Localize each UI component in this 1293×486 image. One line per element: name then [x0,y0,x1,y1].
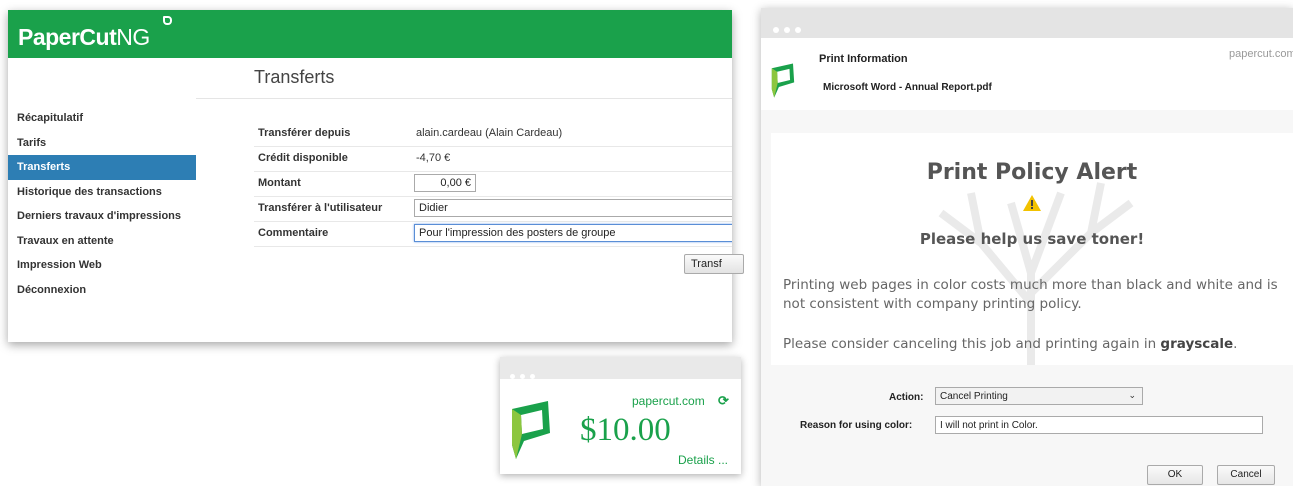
window-dot-icon[interactable] [773,27,779,33]
window-controls [510,366,540,384]
window-dot-icon[interactable] [795,27,801,33]
ok-button[interactable]: OK [1147,465,1203,485]
app-header: PaperCutNG [8,10,732,58]
balance-amount: $10.00 [580,412,671,448]
nav-item-summary[interactable]: Récapitulatif [8,106,196,131]
comment-label: Commentaire [258,227,329,239]
reason-input[interactable]: I will not print in Color. [935,416,1263,434]
transfer-form: Transférer depuis alain.cardeau (Alain C… [254,122,732,247]
nav-item-recent-print-jobs[interactable]: Derniers travaux d'impressions [8,204,196,229]
nav-item-pending-jobs[interactable]: Travaux en attente [8,229,196,254]
form-row-from: Transférer depuis alain.cardeau (Alain C… [254,122,732,147]
credit-label: Crédit disponible [258,152,348,164]
papercut-logo: PaperCutNG [18,24,150,50]
alert-message: Printing web pages in color costs much m… [783,277,1278,312]
transfer-button[interactable]: Transf [684,254,744,274]
policy-alert-panel: Print Policy Alert Please help us save t… [771,133,1293,365]
reason-label: Reason for using color: [800,420,913,431]
print-info-header: Print Information Microsoft Word - Annua… [761,38,1293,110]
print-info-title: Print Information [819,53,908,65]
credit-value: -4,70 € [416,152,451,164]
details-link[interactable]: Details ... [678,453,728,467]
amount-input[interactable]: 0,00 € [414,174,476,192]
form-row-comment: Commentaire Pour l'impression des poster… [254,222,732,247]
nav-item-transaction-history[interactable]: Historique des transactions [8,180,196,205]
comment-input[interactable]: Pour l'impression des posters de groupe [414,224,732,242]
nav-item-web-print[interactable]: Impression Web [8,253,196,278]
amount-label: Montant [258,177,301,189]
recipient-label: Transférer à l'utilisateur [258,202,383,214]
warning-icon [1022,194,1042,217]
action-select-value: Cancel Printing [940,391,1008,402]
window-dot-icon[interactable] [510,374,515,379]
window-controls [773,20,806,38]
window-dot-icon[interactable] [520,374,525,379]
chevron-down-icon: ⌄ [1128,390,1136,400]
form-row-credit: Crédit disponible -4,70 € [254,147,732,172]
from-value: alain.cardeau (Alain Cardeau) [416,127,563,139]
form-row-recipient: Transférer à l'utilisateur Didier [254,197,732,222]
window-titlebar [500,357,741,379]
print-information-window: Print Information Microsoft Word - Annua… [761,8,1293,486]
window-dot-icon[interactable] [784,27,790,33]
papercut-leaf-icon [508,395,554,468]
alert-subtitle: Please help us save toner! [919,230,1145,248]
cancel-button[interactable]: Cancel [1217,465,1275,485]
alert-title: Print Policy Alert [926,160,1138,185]
nav-item-rates[interactable]: Tarifs [8,131,196,156]
row-divider [254,246,732,247]
print-info-site: papercut.com [1229,48,1293,60]
papercut-web-window: PaperCutNG Transferts Récapitulatif Tari… [8,10,732,342]
document-name: Microsoft Word - Annual Report.pdf [823,82,992,93]
title-divider [196,98,732,99]
window-dot-icon[interactable] [530,374,535,379]
page-title: Transferts [254,67,335,87]
nav-item-logout[interactable]: Déconnexion [8,278,196,303]
action-select[interactable]: Cancel Printing ⌄ [935,387,1143,405]
alert-suggestion: Please consider canceling this job and p… [783,336,1238,352]
form-row-amount: Montant 0,00 € [254,172,732,197]
balance-site-link[interactable]: papercut.com [632,394,705,408]
balance-widget-window: papercut.com ⟳ $10.00 Details ... [500,357,741,474]
logo-mark-icon [163,16,172,25]
refresh-icon[interactable]: ⟳ [718,393,729,409]
papercut-leaf-icon [767,60,799,105]
window-titlebar [761,8,1293,38]
nav-item-transfers[interactable]: Transferts [8,155,196,180]
action-label: Action: [889,392,924,403]
sidebar-nav: Récapitulatif Tarifs Transferts Historiq… [8,106,196,302]
recipient-input[interactable]: Didier [414,199,732,217]
from-label: Transférer depuis [258,127,351,139]
